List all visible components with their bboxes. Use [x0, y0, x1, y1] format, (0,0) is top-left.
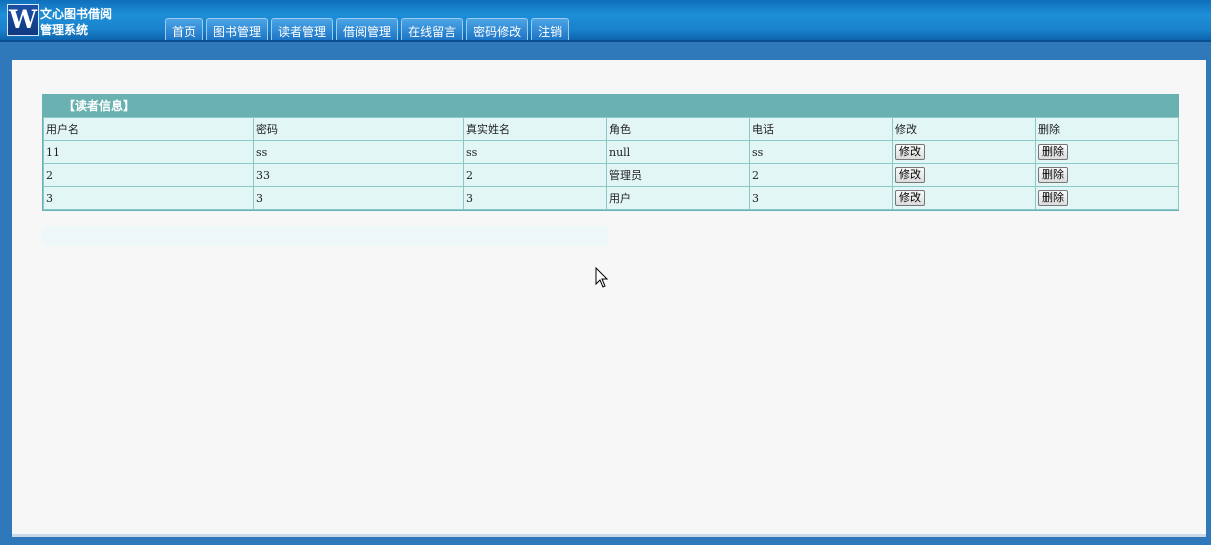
- main-nav: 首页 图书管理 读者管理 借阅管理 在线留言 密码修改 注销: [165, 18, 572, 42]
- edit-button[interactable]: 修改: [895, 190, 925, 206]
- cell-username: 11: [43, 140, 254, 164]
- nav-tab-password[interactable]: 密码修改: [466, 18, 529, 41]
- cell-role: 用户: [606, 186, 750, 210]
- header-band: [0, 42, 1211, 60]
- nav-tab-home[interactable]: 首页: [165, 18, 204, 41]
- cell-role: null: [606, 140, 750, 164]
- header-delete: 删除: [1035, 117, 1179, 141]
- cell-password: ss: [253, 140, 464, 164]
- nav-tab-readers[interactable]: 读者管理: [271, 18, 334, 41]
- edit-button[interactable]: 修改: [895, 144, 925, 160]
- header-password: 密码: [253, 117, 464, 141]
- cell-phone: 3: [749, 186, 893, 210]
- cell-username: 3: [43, 186, 254, 210]
- cell-edit: 修改: [892, 140, 1036, 164]
- cell-phone: 2: [749, 163, 893, 187]
- blank-bar: [42, 226, 608, 246]
- cell-password: 3: [253, 186, 464, 210]
- mouse-cursor-icon: [595, 267, 609, 288]
- header-phone: 电话: [749, 117, 893, 141]
- cell-username: 2: [43, 163, 254, 187]
- delete-button[interactable]: 删除: [1038, 167, 1068, 183]
- header-realname: 真实姓名: [463, 117, 607, 141]
- nav-tab-books[interactable]: 图书管理: [206, 18, 269, 41]
- cell-delete: 删除: [1035, 140, 1179, 164]
- app-title: 文心图书借阅 管理系统: [40, 6, 130, 38]
- logo-icon: W: [7, 4, 39, 36]
- app-title-line2: 管理系统: [40, 23, 89, 37]
- nav-tab-borrowing[interactable]: 借阅管理: [336, 18, 399, 41]
- table-header-row: 用户名 密码 真实姓名 角色 电话 修改 删除: [43, 117, 1179, 141]
- cell-edit: 修改: [892, 163, 1036, 187]
- edit-button[interactable]: 修改: [895, 167, 925, 183]
- header-role: 角色: [606, 117, 750, 141]
- delete-button[interactable]: 删除: [1038, 190, 1068, 206]
- cell-role: 管理员: [606, 163, 750, 187]
- header-username: 用户名: [43, 117, 254, 141]
- content-panel: 【读者信息】 用户名 密码 真实姓名 角色 电话 修改 删除 11 ss ss …: [12, 60, 1206, 537]
- table-row: 11 ss ss null ss 修改 删除: [43, 140, 1179, 164]
- header-edit: 修改: [892, 117, 1036, 141]
- table-row: 3 3 3 用户 3 修改 删除: [43, 186, 1179, 210]
- delete-button[interactable]: 删除: [1038, 144, 1068, 160]
- nav-tab-logout[interactable]: 注销: [531, 18, 570, 41]
- cell-realname: 3: [463, 186, 607, 210]
- cell-realname: 2: [463, 163, 607, 187]
- cell-delete: 删除: [1035, 163, 1179, 187]
- app-title-line1: 文心图书借阅: [40, 7, 113, 21]
- reader-table: 用户名 密码 真实姓名 角色 电话 修改 删除 11 ss ss null ss…: [43, 117, 1179, 210]
- top-header: W 文心图书借阅 管理系统 首页 图书管理 读者管理 借阅管理 在线留言 密码修…: [0, 0, 1211, 42]
- cell-phone: ss: [749, 140, 893, 164]
- nav-tab-messages[interactable]: 在线留言: [401, 18, 464, 41]
- reader-info-table: 【读者信息】 用户名 密码 真实姓名 角色 电话 修改 删除 11 ss ss …: [42, 94, 1179, 211]
- cell-edit: 修改: [892, 186, 1036, 210]
- cell-password: 33: [253, 163, 464, 187]
- cell-realname: ss: [463, 140, 607, 164]
- table-title: 【读者信息】: [43, 95, 1178, 117]
- table-row: 2 33 2 管理员 2 修改 删除: [43, 163, 1179, 187]
- cell-delete: 删除: [1035, 186, 1179, 210]
